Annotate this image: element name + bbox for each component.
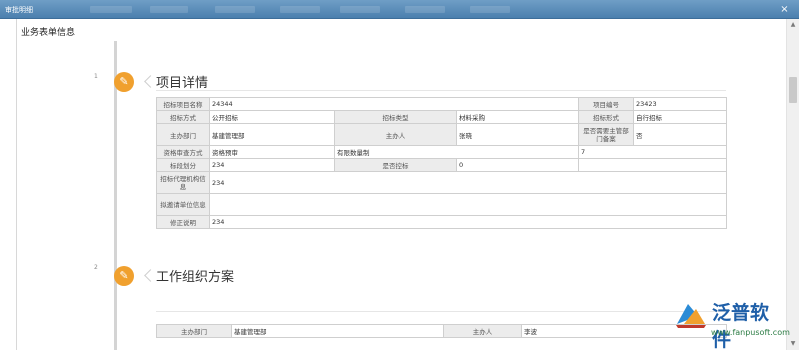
titlebar-faded-tab: [340, 6, 380, 13]
field-label: 招标项目名称: [156, 97, 210, 111]
field-value: 234: [209, 158, 335, 172]
timeline-step-title: 工作组织方案: [156, 270, 235, 285]
titlebar-faded-tab: [280, 6, 320, 13]
scroll-up-icon[interactable]: ▲: [787, 19, 799, 31]
pencil-icon: ✎: [114, 266, 134, 286]
field-label: 是否控标: [334, 158, 457, 172]
table-row: 标段划分 234 是否控标 0: [156, 158, 727, 172]
field-label: 主办人: [443, 324, 522, 338]
timeline-step-number: 1: [94, 73, 98, 80]
field-value: 资格预审: [209, 145, 335, 159]
field-label: 主办部门: [156, 324, 232, 338]
field-value: 基建管理部: [209, 123, 335, 146]
field-value: 7: [578, 145, 727, 159]
scroll-thumb[interactable]: [789, 77, 797, 103]
field-value: 有限数量制: [334, 145, 579, 159]
work-plan-table: 主办部门 基建管理部 主办人 李波: [156, 324, 727, 338]
titlebar-faded-tab: [470, 6, 510, 13]
field-value: 自行招标: [633, 110, 727, 124]
table-row: 资格审查方式 资格预审 有限数量制 7: [156, 145, 727, 159]
field-label: 是否需要主管部门备案: [578, 123, 634, 146]
window-titlebar: 审批明细 ×: [0, 0, 799, 19]
table-row: 修正说明 234: [156, 215, 727, 229]
close-icon[interactable]: ×: [779, 4, 790, 15]
timeline-step-title: 项目详情: [156, 76, 209, 91]
timeline-pointer: [144, 269, 157, 282]
field-value: 基建管理部: [231, 324, 444, 338]
field-label: 标段划分: [156, 158, 210, 172]
field-value: 0: [456, 158, 579, 172]
pencil-icon: ✎: [114, 72, 134, 92]
table-row: 招标项目名称 24344 项目编号 23423: [156, 97, 727, 111]
field-label: 项目编号: [578, 97, 634, 111]
content-left-border: [16, 19, 17, 350]
field-label: 主办部门: [156, 123, 210, 146]
field-label: 修正说明: [156, 215, 210, 229]
timeline-step-number: 2: [94, 264, 98, 271]
field-label: 招标代理机构信息: [156, 171, 210, 194]
field-value: 23423: [633, 97, 727, 111]
field-value: 公开招标: [209, 110, 335, 124]
brand-url: www.fanpusoft.com: [711, 328, 790, 337]
brand-logo-icon: [676, 304, 706, 328]
form-content: 业务表单信息 1 ✎ 项目详情 招标项目名称 24344 项目编号 23423 …: [0, 19, 786, 350]
titlebar-faded-tab: [150, 6, 188, 13]
step-divider: [156, 90, 726, 91]
step-divider: [156, 311, 726, 312]
brand-name: 泛普软件: [712, 302, 770, 350]
empty-cell: [578, 158, 727, 172]
project-details-table: 招标项目名称 24344 项目编号 23423 招标方式 公开招标 招标类型 材…: [156, 97, 727, 229]
field-value: 否: [633, 123, 727, 146]
timeline-pointer: [144, 75, 157, 88]
titlebar-faded-tab: [215, 6, 255, 13]
scroll-down-icon[interactable]: ▼: [787, 338, 799, 350]
field-label: 主办人: [334, 123, 457, 146]
field-value: [209, 193, 727, 216]
table-row: 主办部门 基建管理部 主办人 张晓 是否需要主管部门备案 否: [156, 123, 727, 146]
brand-watermark: 泛普软件 www.fanpusoft.com: [674, 298, 790, 350]
table-row: 主办部门 基建管理部 主办人 李波: [156, 324, 727, 338]
field-label: 招标类型: [334, 110, 457, 124]
field-value: 材料采购: [456, 110, 579, 124]
titlebar-faded-tab: [405, 6, 445, 13]
vertical-scrollbar[interactable]: ▲ ▼: [786, 19, 799, 350]
table-row: 招标方式 公开招标 招标类型 材料采购 招标形式 自行招标: [156, 110, 727, 124]
field-value: 24344: [209, 97, 579, 111]
field-label: 招标方式: [156, 110, 210, 124]
field-value: 234: [209, 171, 727, 194]
table-row: 招标代理机构信息 234: [156, 171, 727, 194]
field-label: 拟邀请单位信息: [156, 193, 210, 216]
field-value: 234: [209, 215, 727, 229]
field-value: 张晓: [456, 123, 579, 146]
table-row: 拟邀请单位信息: [156, 193, 727, 216]
field-label: 资格审查方式: [156, 145, 210, 159]
field-label: 招标形式: [578, 110, 634, 124]
section-header: 业务表单信息: [21, 28, 76, 38]
window-title: 审批明细: [5, 6, 33, 14]
titlebar-faded-tab: [90, 6, 132, 13]
